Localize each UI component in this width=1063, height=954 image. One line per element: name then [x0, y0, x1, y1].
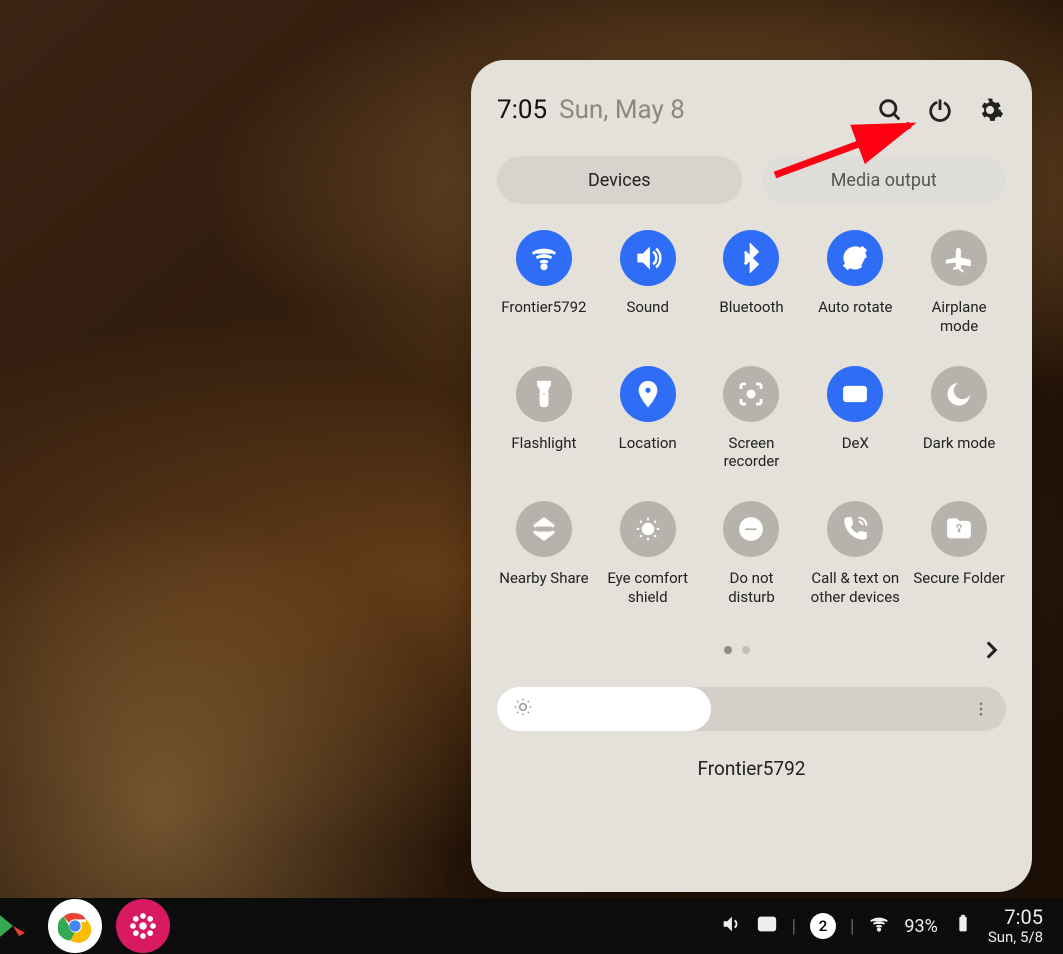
search-icon[interactable] [874, 94, 906, 126]
notification-count[interactable]: 2 [810, 913, 836, 939]
tile-nearby[interactable]: Nearby Share [497, 501, 591, 607]
moon-icon [931, 366, 987, 422]
separator: | [792, 916, 796, 937]
pager-dot[interactable] [724, 646, 732, 654]
plane-icon [931, 230, 987, 286]
calltext-icon [827, 501, 883, 557]
tile-label: Frontier5792 [501, 298, 586, 317]
location-icon [620, 366, 676, 422]
wifi-icon [516, 230, 572, 286]
tile-dnd[interactable]: Do not disturb [705, 501, 799, 607]
tile-airplane[interactable]: Airplane mode [912, 230, 1006, 336]
tile-bluetooth[interactable]: Bluetooth [705, 230, 799, 336]
quick-settings-panel: 7:05 Sun, May 8 Devices Media output Fro… [471, 60, 1032, 892]
flashlight-icon [516, 366, 572, 422]
brightness-slider[interactable] [497, 687, 1006, 731]
tab-media-output[interactable]: Media output [762, 156, 1007, 204]
wifi-icon [868, 913, 890, 940]
volume-icon [620, 230, 676, 286]
tile-label: Nearby Share [499, 569, 588, 588]
tile-label: Airplane mode [912, 298, 1006, 336]
tile-autorotate[interactable]: Auto rotate [808, 230, 902, 336]
separator: | [850, 916, 854, 937]
tile-location[interactable]: Location [601, 366, 695, 472]
rotate-icon [827, 230, 883, 286]
battery-icon [952, 913, 974, 940]
app-chrome[interactable] [48, 899, 102, 953]
tile-label: Secure Folder [913, 569, 1004, 588]
tile-label: Screen recorder [705, 434, 799, 472]
panel-tabs: Devices Media output [497, 156, 1006, 204]
tile-screenrec[interactable]: Screen recorder [705, 366, 799, 472]
svg-text:DeX: DeX [847, 390, 863, 400]
tile-label: Sound [626, 298, 668, 317]
tile-wifi[interactable]: Frontier5792 [497, 230, 591, 336]
pager [497, 635, 1006, 665]
tile-label: Dark mode [923, 434, 996, 453]
tile-dex[interactable]: DeX DeX [808, 366, 902, 472]
taskbar: | 2 | 93% 7:05 Sun, 5/8 [0, 898, 1063, 954]
eye-icon: A [620, 501, 676, 557]
tile-darkmode[interactable]: Dark mode [912, 366, 1006, 472]
network-name: Frontier5792 [497, 757, 1006, 780]
quick-tiles-grid: Frontier5792 Sound Bluetooth Auto rotate Air… [497, 230, 1006, 607]
panel-date: Sun, May 8 [559, 95, 685, 125]
tile-label: DeX [842, 434, 869, 453]
app-gallery[interactable] [116, 899, 170, 953]
folder-icon [931, 501, 987, 557]
nearby-icon [516, 501, 572, 557]
tile-calltext[interactable]: Call & text on other devices [808, 501, 902, 607]
tile-securefolder[interactable]: Secure Folder [912, 501, 1006, 607]
tile-label: Call & text on other devices [808, 569, 902, 607]
tile-sound[interactable]: Sound [601, 230, 695, 336]
taskbar-status[interactable]: | 2 | 93% 7:05 Sun, 5/8 [720, 906, 1063, 946]
brightness-more-icon[interactable] [972, 687, 990, 731]
panel-header: 7:05 Sun, May 8 [497, 90, 1006, 130]
tile-label: Location [619, 434, 677, 453]
taskbar-date: Sun, 5/8 [988, 929, 1043, 946]
svg-text:A: A [645, 526, 651, 536]
panel-time: 7:05 [497, 95, 547, 125]
brightness-icon [513, 697, 533, 721]
tile-label: Eye comfort shield [601, 569, 695, 607]
pager-dots [497, 646, 976, 654]
tile-flashlight[interactable]: Flashlight [497, 366, 591, 472]
bluetooth-icon [723, 230, 779, 286]
tile-eyecomfort[interactable]: A Eye comfort shield [601, 501, 695, 607]
taskbar-time: 7:05 [988, 906, 1043, 929]
tile-label: Flashlight [511, 434, 576, 453]
dnd-icon [723, 501, 779, 557]
gear-icon[interactable] [974, 94, 1006, 126]
tab-devices[interactable]: Devices [497, 156, 742, 204]
pager-dot[interactable] [742, 646, 750, 654]
dex-icon: DeX [827, 366, 883, 422]
tile-label: Bluetooth [719, 298, 783, 317]
power-icon[interactable] [924, 94, 956, 126]
screenrec-icon [723, 366, 779, 422]
volume-icon [720, 913, 742, 940]
taskbar-clock[interactable]: 7:05 Sun, 5/8 [988, 906, 1043, 946]
tile-label: Do not disturb [705, 569, 799, 607]
chevron-right-icon[interactable] [976, 635, 1006, 665]
app-play-store[interactable] [0, 899, 34, 953]
cast-icon [756, 913, 778, 940]
taskbar-apps [0, 899, 170, 953]
battery-percent: 93% [904, 916, 937, 937]
tile-label: Auto rotate [818, 298, 892, 317]
